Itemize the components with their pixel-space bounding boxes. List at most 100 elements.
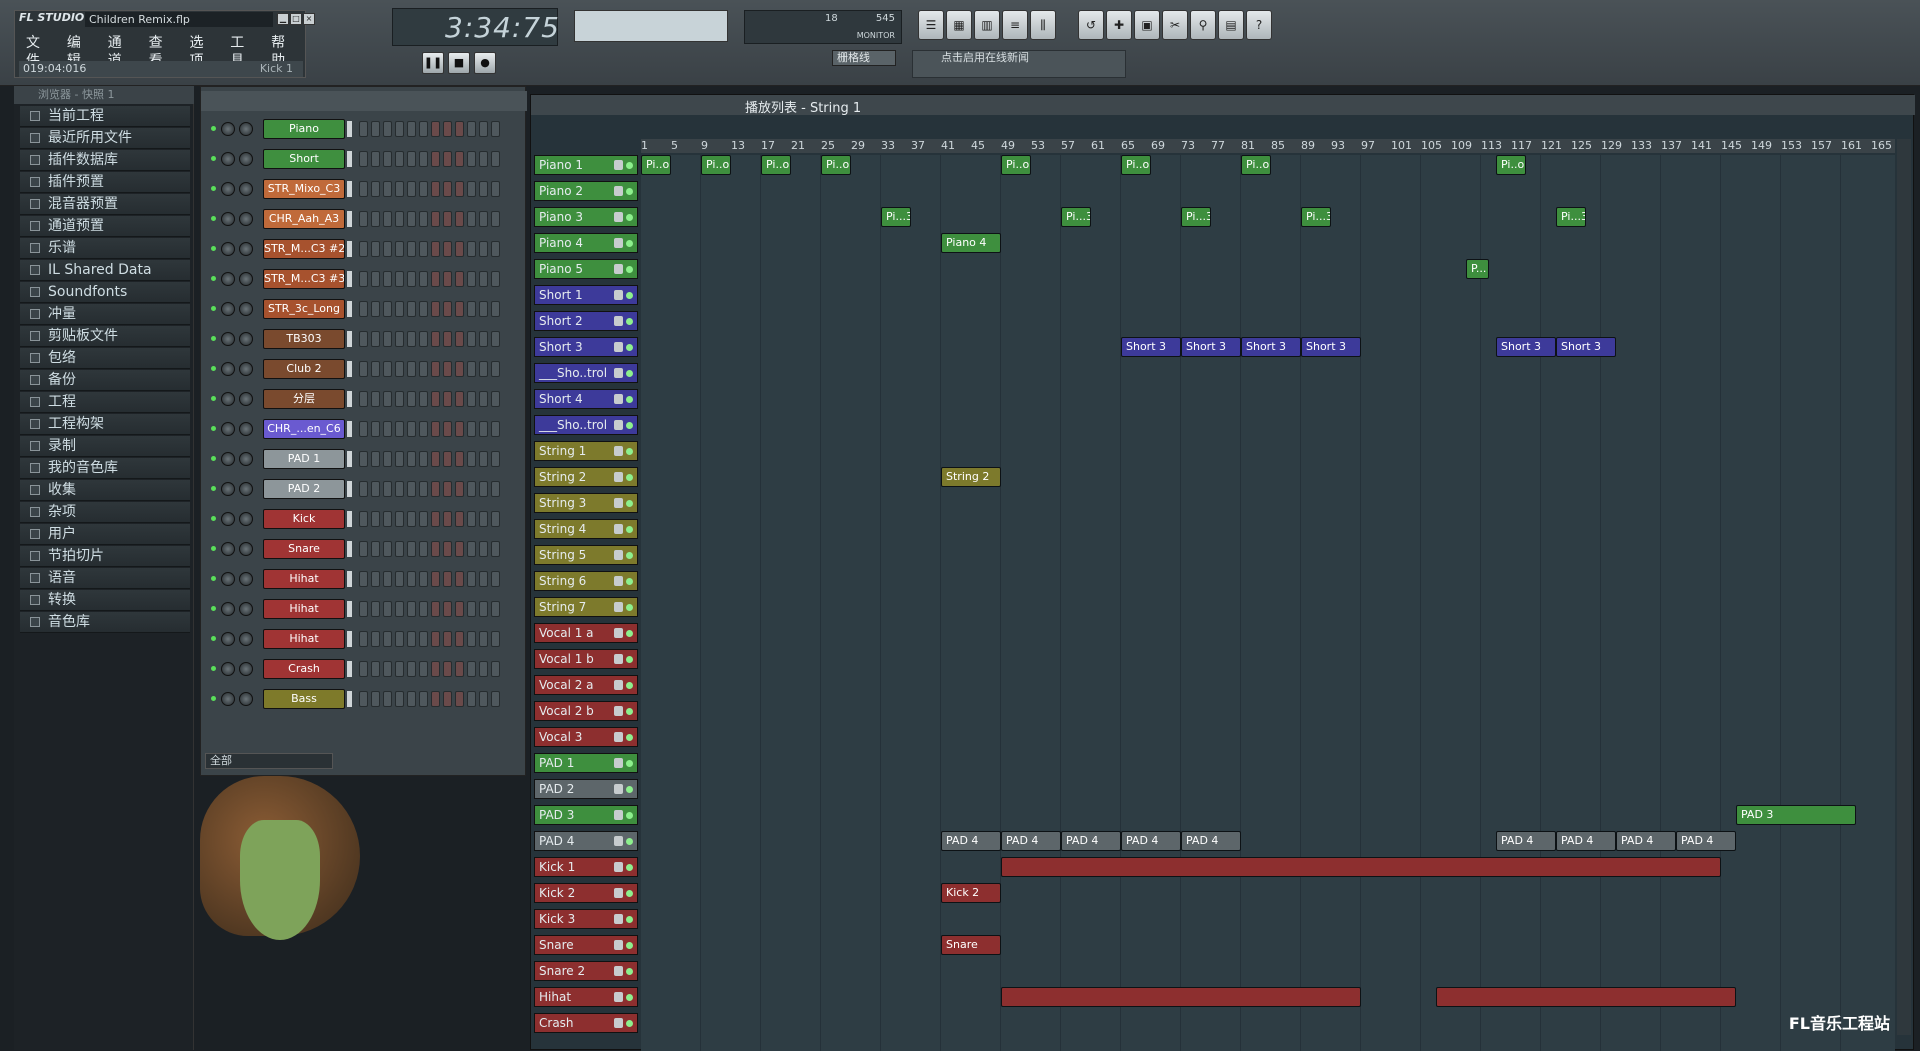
step-button[interactable]: [479, 631, 488, 647]
track-header[interactable]: ___Sho..trol: [534, 363, 638, 383]
piano-roll-icon[interactable]: ▥: [974, 10, 1000, 40]
step-button[interactable]: [455, 421, 464, 437]
track-header[interactable]: Piano 5: [534, 259, 638, 279]
step-button[interactable]: [359, 271, 368, 287]
lock-icon[interactable]: [614, 342, 623, 352]
lock-icon[interactable]: [614, 992, 623, 1002]
channel-row[interactable]: Hihat: [207, 567, 523, 591]
track-header[interactable]: Short 2: [534, 311, 638, 331]
volume-knob[interactable]: [239, 362, 253, 376]
step-seq-icon[interactable]: ▦: [946, 10, 972, 40]
pattern-clip[interactable]: PAD 3: [1736, 805, 1856, 825]
lock-icon[interactable]: [614, 394, 623, 404]
step-button[interactable]: [455, 481, 464, 497]
step-button[interactable]: [431, 451, 440, 467]
step-button[interactable]: [491, 151, 500, 167]
step-button[interactable]: [419, 121, 428, 137]
step-button[interactable]: [359, 181, 368, 197]
browser-item[interactable]: 节拍切片: [20, 546, 190, 567]
step-button[interactable]: [407, 151, 416, 167]
channel-name-button[interactable]: Snare: [263, 539, 345, 559]
lock-icon[interactable]: [614, 732, 623, 742]
track-header[interactable]: PAD 1: [534, 753, 638, 773]
step-button[interactable]: [467, 571, 476, 587]
pattern-clip[interactable]: Pi...3: [1556, 207, 1586, 227]
pattern-clip[interactable]: Pi...3: [1181, 207, 1211, 227]
step-button[interactable]: [431, 121, 440, 137]
pattern-clip[interactable]: Pi..o 1: [821, 155, 851, 175]
browser-item[interactable]: 插件预置: [20, 172, 190, 193]
step-button[interactable]: [491, 661, 500, 677]
browser-item[interactable]: 录制: [20, 436, 190, 457]
lock-icon[interactable]: [614, 888, 623, 898]
step-button[interactable]: [371, 451, 380, 467]
volume-knob[interactable]: [239, 422, 253, 436]
browser-item[interactable]: 混音器预置: [20, 194, 190, 215]
step-button[interactable]: [467, 181, 476, 197]
undo-icon[interactable]: ↺: [1078, 10, 1104, 40]
step-button[interactable]: [431, 361, 440, 377]
step-button[interactable]: [383, 481, 392, 497]
step-button[interactable]: [455, 571, 464, 587]
step-button[interactable]: [491, 211, 500, 227]
volume-knob[interactable]: [239, 182, 253, 196]
channel-name-button[interactable]: CHR_Aah_A3: [263, 209, 345, 229]
step-button[interactable]: [443, 631, 452, 647]
step-button[interactable]: [431, 541, 440, 557]
step-button[interactable]: [407, 601, 416, 617]
track-led[interactable]: [626, 864, 633, 871]
step-button[interactable]: [455, 691, 464, 707]
track-header[interactable]: String 2: [534, 467, 638, 487]
channel-row[interactable]: TB303: [207, 327, 523, 351]
step-button[interactable]: [491, 571, 500, 587]
step-button[interactable]: [443, 451, 452, 467]
step-button[interactable]: [383, 301, 392, 317]
lock-icon[interactable]: [614, 290, 623, 300]
pan-knob[interactable]: [221, 242, 235, 256]
track-header[interactable]: String 1: [534, 441, 638, 461]
pan-knob[interactable]: [221, 212, 235, 226]
channel-led[interactable]: [211, 696, 216, 701]
pattern-clip[interactable]: Short 3: [1496, 337, 1556, 357]
step-button[interactable]: [395, 661, 404, 677]
channel-select-bar[interactable]: [347, 391, 352, 407]
step-button[interactable]: [443, 331, 452, 347]
lock-icon[interactable]: [614, 810, 623, 820]
step-button[interactable]: [455, 181, 464, 197]
playlist-grid[interactable]: Pi..o 1Pi..o 1Pi..o 1Pi..o 1Pi..o 1Pi..o…: [641, 155, 1895, 1051]
step-button[interactable]: [443, 571, 452, 587]
step-button[interactable]: [395, 361, 404, 377]
channel-name-button[interactable]: Piano: [263, 119, 345, 139]
channel-led[interactable]: [211, 186, 216, 191]
step-button[interactable]: [419, 391, 428, 407]
pan-knob[interactable]: [221, 392, 235, 406]
track-header[interactable]: String 3: [534, 493, 638, 513]
save-icon[interactable]: ▣: [1134, 10, 1160, 40]
track-header[interactable]: Piano 1: [534, 155, 638, 175]
volume-knob[interactable]: [239, 332, 253, 346]
step-button[interactable]: [491, 631, 500, 647]
lock-icon[interactable]: [614, 784, 623, 794]
lock-icon[interactable]: [614, 420, 623, 430]
pan-knob[interactable]: [221, 482, 235, 496]
step-button[interactable]: [443, 481, 452, 497]
step-button[interactable]: [467, 481, 476, 497]
step-button[interactable]: [467, 631, 476, 647]
stop-icon[interactable]: ■: [448, 52, 470, 74]
track-header[interactable]: Piano 3: [534, 207, 638, 227]
channel-row[interactable]: STR_M...C3 #2: [207, 237, 523, 261]
step-button[interactable]: [383, 241, 392, 257]
channel-name-button[interactable]: Hihat: [263, 599, 345, 619]
channel-select-bar[interactable]: [347, 571, 352, 587]
step-button[interactable]: [467, 331, 476, 347]
track-led[interactable]: [626, 578, 633, 585]
step-button[interactable]: [491, 451, 500, 467]
pattern-clip[interactable]: [1001, 857, 1721, 877]
channel-name-button[interactable]: CHR_...en_C6: [263, 419, 345, 439]
step-button[interactable]: [431, 571, 440, 587]
pan-knob[interactable]: [221, 272, 235, 286]
lock-icon[interactable]: [614, 940, 623, 950]
pattern-clip[interactable]: PAD 4: [1181, 831, 1241, 851]
track-header[interactable]: PAD 4: [534, 831, 638, 851]
pan-knob[interactable]: [221, 632, 235, 646]
